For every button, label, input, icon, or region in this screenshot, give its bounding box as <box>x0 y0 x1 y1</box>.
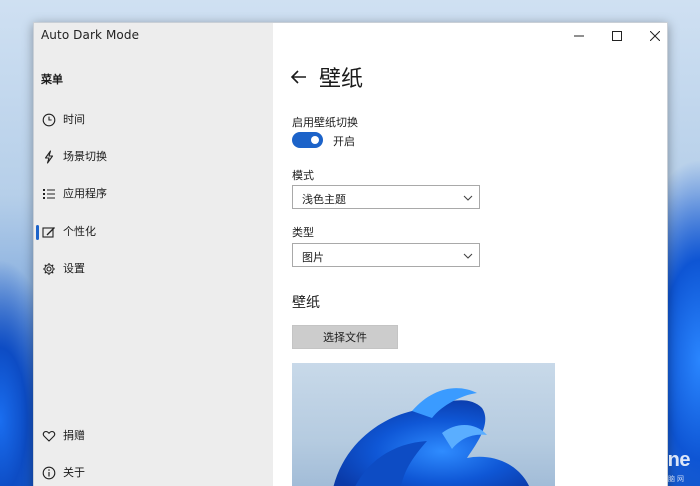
clock-icon <box>42 113 56 127</box>
sidebar: Auto Dark Mode 菜单 时间 场景切换 应用程序 个性化 设置 捐赠… <box>34 23 273 486</box>
active-indicator <box>36 225 39 240</box>
sidebar-item-settings[interactable]: 设置 <box>34 254 273 284</box>
wallpaper-preview-image <box>292 363 555 486</box>
mode-dropdown[interactable]: 浅色主题 <box>292 185 480 209</box>
chevron-down-icon <box>463 253 473 259</box>
toggle-knob <box>311 136 319 144</box>
wallpaper-switch-label: 启用壁纸切换 <box>292 116 358 129</box>
sidebar-item-personalize[interactable]: 个性化 <box>34 217 273 247</box>
bloom-illustration <box>333 388 530 486</box>
pconline-watermark: PConline <box>607 449 690 471</box>
info-icon <box>42 466 56 480</box>
sidebar-item-donate[interactable]: 捐赠 <box>34 421 273 451</box>
page-title: 壁纸 <box>319 67 364 92</box>
minimize-icon <box>574 35 584 37</box>
personalize-icon <box>42 227 55 238</box>
sidebar-item-label: 设置 <box>63 262 85 275</box>
gear-icon <box>43 263 55 275</box>
sidebar-item-label: 个性化 <box>63 225 96 238</box>
sidebar-item-label: 场景切换 <box>63 150 107 163</box>
app-window: Auto Dark Mode 菜单 时间 场景切换 应用程序 个性化 设置 捐赠… <box>33 22 668 486</box>
close-button[interactable] <box>644 27 666 45</box>
wallpaper-switch-toggle[interactable] <box>292 132 323 148</box>
wallpaper-switch-state: 开启 <box>333 135 355 148</box>
lightning-icon <box>44 150 54 164</box>
sidebar-item-scene-switch[interactable]: 场景切换 <box>34 142 273 172</box>
content-pane: 壁纸 启用壁纸切换 开启 模式 浅色主题 类型 图片 壁纸 选择文件 <box>273 23 667 486</box>
mode-label: 模式 <box>292 169 314 182</box>
mode-dropdown-value: 浅色主题 <box>302 193 346 206</box>
list-icon <box>43 189 55 199</box>
sidebar-item-label: 时间 <box>63 113 85 126</box>
maximize-icon <box>612 31 622 41</box>
heart-icon <box>42 430 56 442</box>
sidebar-item-label: 关于 <box>63 466 85 479</box>
type-label: 类型 <box>292 226 314 239</box>
app-title: Auto Dark Mode <box>41 28 140 42</box>
menu-heading: 菜单 <box>41 73 63 86</box>
sidebar-item-time[interactable]: 时间 <box>34 105 273 135</box>
wallpaper-section-title: 壁纸 <box>292 295 320 311</box>
back-arrow-icon[interactable] <box>289 67 309 87</box>
chevron-down-icon <box>463 195 473 201</box>
type-dropdown[interactable]: 图片 <box>292 243 480 267</box>
sidebar-item-label: 捐赠 <box>63 429 85 442</box>
type-dropdown-value: 图片 <box>302 251 324 264</box>
pconline-watermark-sub: 太平洋电脑网 <box>632 476 686 483</box>
minimize-button[interactable] <box>568 27 590 45</box>
maximize-button[interactable] <box>606 27 628 45</box>
sidebar-item-label: 应用程序 <box>63 187 107 200</box>
sidebar-item-apps[interactable]: 应用程序 <box>34 179 273 209</box>
choose-file-button[interactable]: 选择文件 <box>292 325 398 349</box>
sidebar-item-about[interactable]: 关于 <box>34 458 273 486</box>
close-icon <box>650 31 660 41</box>
